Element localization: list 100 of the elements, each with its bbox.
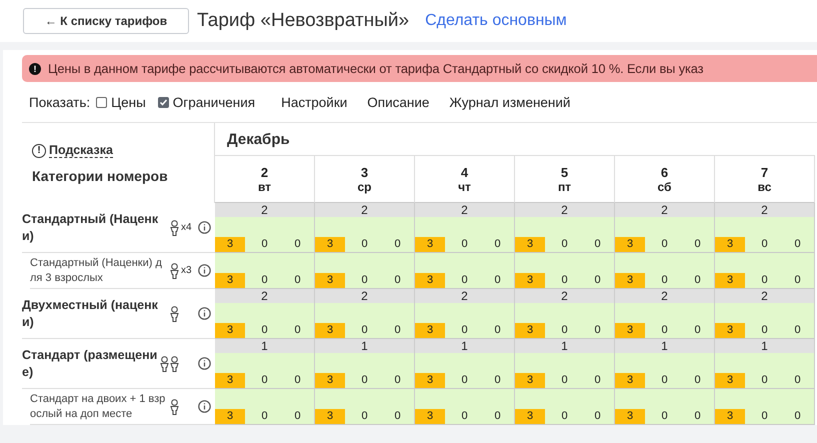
value-cell[interactable]: 3 [415,323,445,338]
value-cell[interactable]: 0 [648,323,681,338]
value-cell[interactable]: 0 [748,373,781,388]
value-cell[interactable]: 0 [781,323,814,338]
value-cell[interactable]: 3 [615,373,645,388]
value-cell[interactable]: 0 [281,323,314,338]
value-cell[interactable]: 3 [715,237,745,252]
value-cell[interactable]: 0 [281,409,314,424]
value-cell[interactable]: 3 [215,237,245,252]
value-cell[interactable]: 0 [581,409,614,424]
value-cell[interactable]: 0 [581,273,614,288]
value-cell[interactable]: 0 [248,409,281,424]
value-cell[interactable]: 0 [348,409,381,424]
value-cell[interactable]: 3 [515,273,545,288]
value-cell[interactable]: 3 [315,237,345,252]
value-cell[interactable]: 3 [715,409,745,424]
value-cell[interactable]: 0 [348,323,381,338]
value-cell[interactable]: 0 [748,323,781,338]
value-cell[interactable]: 0 [548,273,581,288]
value-cell[interactable]: 0 [481,273,514,288]
value-cell[interactable]: 0 [681,323,714,338]
value-cell[interactable]: 3 [215,323,245,338]
value-cell[interactable]: 0 [248,273,281,288]
value-cell[interactable]: 0 [381,237,414,252]
value-cell[interactable]: 0 [248,373,281,388]
value-cell[interactable]: 0 [448,323,481,338]
value-cell[interactable]: 3 [315,273,345,288]
value-cell[interactable]: 0 [381,373,414,388]
value-cell[interactable]: 3 [515,323,545,338]
value-cell[interactable]: 0 [648,237,681,252]
value-cell[interactable]: 3 [615,409,645,424]
tab[interactable]: Журнал изменений [449,94,570,110]
value-cell[interactable]: 0 [381,409,414,424]
value-cell[interactable]: 0 [448,373,481,388]
value-cell[interactable]: 0 [581,323,614,338]
value-cell[interactable]: 3 [515,237,545,252]
value-cell[interactable]: 0 [381,273,414,288]
value-cell[interactable]: 0 [548,237,581,252]
value-cell[interactable]: 3 [715,373,745,388]
tab[interactable]: Описание [367,94,430,110]
value-cell[interactable]: 0 [348,237,381,252]
info-icon[interactable] [198,307,211,320]
value-cell[interactable]: 3 [615,237,645,252]
value-cell[interactable]: 3 [515,373,545,388]
value-cell[interactable]: 0 [681,373,714,388]
value-cell[interactable]: 3 [415,409,445,424]
value-cell[interactable]: 3 [615,273,645,288]
value-cell[interactable]: 0 [781,237,814,252]
value-cell[interactable]: 3 [615,323,645,338]
value-cell[interactable]: 0 [781,373,814,388]
value-cell[interactable]: 0 [648,373,681,388]
checkbox[interactable] [96,96,108,108]
value-cell[interactable]: 3 [315,409,345,424]
value-cell[interactable]: 0 [348,273,381,288]
value-cell[interactable]: 0 [248,237,281,252]
value-cell[interactable]: 0 [481,323,514,338]
hint-link[interactable]: Подсказка [49,143,113,158]
checkbox[interactable] [158,96,169,108]
make-default-link[interactable]: Сделать основным [425,12,567,30]
value-cell[interactable]: 0 [548,409,581,424]
value-cell[interactable]: 0 [581,237,614,252]
value-cell[interactable]: 0 [448,237,481,252]
value-cell[interactable]: 0 [281,237,314,252]
value-cell[interactable]: 3 [415,373,445,388]
value-cell[interactable]: 0 [481,409,514,424]
value-cell[interactable]: 3 [715,273,745,288]
value-cell[interactable]: 0 [548,323,581,338]
value-cell[interactable]: 0 [448,273,481,288]
info-icon[interactable] [198,221,211,234]
value-cell[interactable]: 0 [281,273,314,288]
value-cell[interactable]: 0 [748,273,781,288]
value-cell[interactable]: 0 [448,409,481,424]
value-cell[interactable]: 0 [681,409,714,424]
value-cell[interactable]: 3 [315,373,345,388]
value-cell[interactable]: 3 [315,323,345,338]
value-cell[interactable]: 3 [215,409,245,424]
value-cell[interactable]: 3 [215,273,245,288]
checkbox-label[interactable]: Ограничения [172,94,256,110]
value-cell[interactable]: 3 [715,323,745,338]
value-cell[interactable]: 0 [481,237,514,252]
value-cell[interactable]: 0 [381,323,414,338]
info-icon[interactable] [198,264,211,277]
tab[interactable]: Настройки [281,94,348,110]
value-cell[interactable]: 3 [215,373,245,388]
value-cell[interactable]: 0 [581,373,614,388]
value-cell[interactable]: 0 [681,237,714,252]
value-cell[interactable]: 3 [415,273,445,288]
value-cell[interactable]: 3 [415,237,445,252]
value-cell[interactable]: 3 [515,409,545,424]
value-cell[interactable]: 0 [648,409,681,424]
value-cell[interactable]: 0 [281,373,314,388]
value-cell[interactable]: 0 [548,373,581,388]
checkbox-label[interactable]: Цены [111,94,146,110]
value-cell[interactable]: 0 [348,373,381,388]
value-cell[interactable]: 0 [481,373,514,388]
value-cell[interactable]: 0 [648,273,681,288]
value-cell[interactable]: 0 [748,409,781,424]
value-cell[interactable]: 0 [748,237,781,252]
value-cell[interactable]: 0 [781,273,814,288]
info-icon[interactable] [198,357,211,370]
